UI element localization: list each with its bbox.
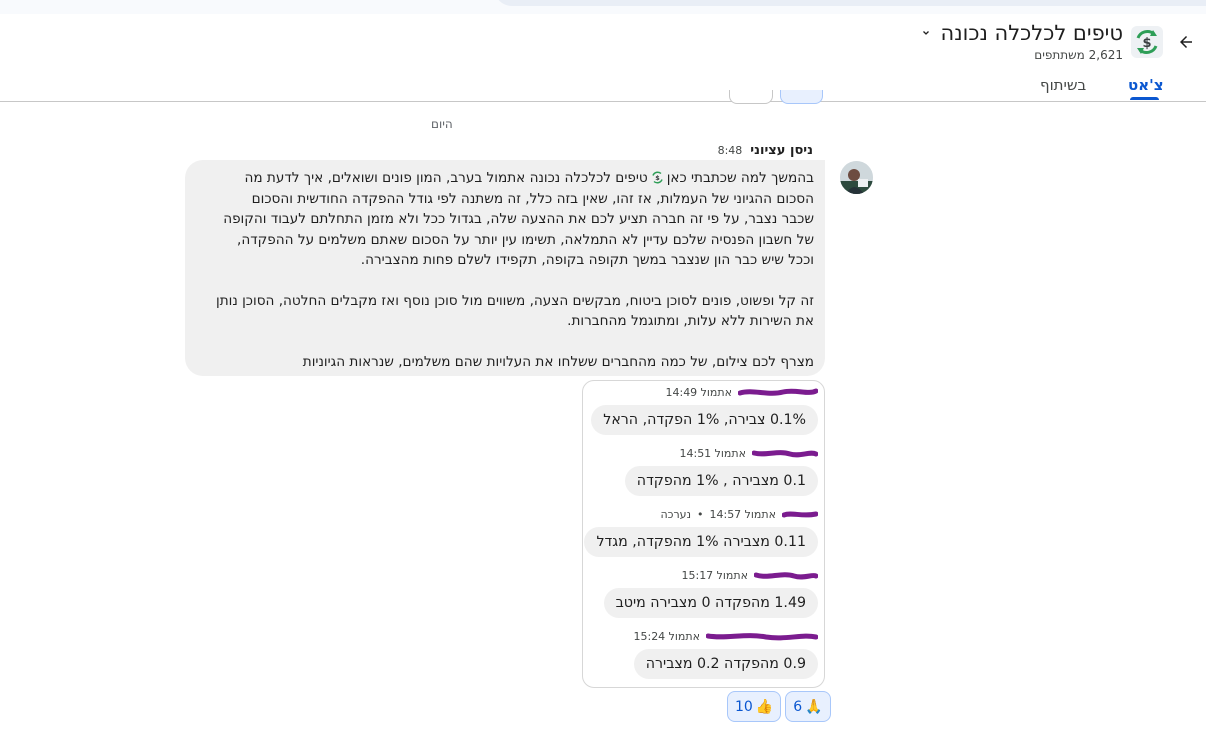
day-separator: היום [431,117,453,131]
dollar-recycle-icon: $ [652,171,663,184]
user-photo [840,161,873,194]
folded-hands-icon: 🙏 [805,698,823,715]
member-count: 2,621 משתתפים [1034,48,1123,62]
svg-text:$: $ [1142,36,1151,51]
message-time: 8:48 [717,144,743,157]
chevron-down-icon [923,31,930,35]
message-line: מצרף לכם צילום, של כמה מהחברים ששלחו את … [302,353,814,370]
top-search-strip [0,0,1206,14]
previous-reaction-chip[interactable] [729,90,773,104]
sender-name[interactable]: ניסן עציוני [750,143,813,158]
message-header: ניסן עציוני 8:48 [718,143,813,158]
reply-text: 0.1% צבירה, 1% הפקדה, הראל [591,405,818,435]
arrow-back-icon [1180,36,1192,48]
reply-time: אתמול 14:51 [679,446,746,460]
avatar[interactable] [840,161,873,194]
reply-time: אתמול 14:57 [709,507,776,521]
dollar-recycle-icon: $ [1136,29,1158,55]
attached-screenshot[interactable]: אתמול 14:49 0.1% צבירה, 1% הפקדה, הראל א… [582,380,825,688]
reaction-thumbs-up[interactable]: 10 👍 [727,691,782,722]
thumbs-up-icon: 👍 [755,698,774,715]
previous-reaction-chip[interactable] [780,90,823,104]
screenshot-reply: אתמול 14:49 0.1% צבירה, 1% הפקדה, הראל [591,384,818,435]
redaction-scribble [754,571,818,579]
message-bubble: בהמשך למה שכתבתי כאן $ טיפים לכלכלה נכונה … [185,160,825,376]
message-line: וככל שיש כבר הון שנצבר במשך תקופה בקופה,… [360,252,814,268]
redaction-scribble [738,388,818,396]
redaction-scribble [706,632,818,640]
reaction-folded-hands[interactable]: 6 🙏 [785,691,831,722]
reply-text: 1.49 מהפקדה 0 מצבירה מיטב [603,588,818,618]
message-line: שכבר נצבר, על פי זה חברה תציע לכם את ההצ… [223,211,814,227]
reply-text: 0.11 מצבירה 1% מהפקדה, מגדל [584,527,818,557]
redaction-scribble [782,511,818,517]
reply-time: אתמול 15:17 [681,568,748,582]
message-line: של חשבון הפנסיה שלכם עדיין לא התמלאה, תש… [237,231,814,248]
tab-chat[interactable]: צ'אט [1128,76,1164,94]
reply-text: 0.9 מהפקדה 0.2 מצבירה [633,649,818,679]
header-divider [0,101,1206,102]
message-line: בהמשך למה שכתבתי כאן $ טיפים לכלכלה נכונה … [244,170,814,186]
screenshot-reply: אתמול 15:24 0.9 מהפקדה 0.2 מצבירה [633,628,818,679]
reply-time: אתמול 14:49 [665,385,732,399]
message-line: זה קל ופשוט, פונים לסוכן ביטוח, מבקשים ה… [216,292,814,309]
screenshot-reply: אתמול 14:57 • נערכה 0.11 מצבירה 1% מהפקד… [584,506,818,557]
space-title: טיפים לכלכלה נכונה [940,21,1123,45]
active-tab-indicator [1130,97,1159,100]
space-title-dropdown[interactable]: טיפים לכלכלה נכונה [920,21,1123,45]
bullet-separator: • [696,507,704,521]
reply-text: 0.1 מצבירה , 1% מהפקדה [624,466,818,496]
edited-label: נערכה [660,507,691,521]
tab-shared[interactable]: בשיתוף [1040,76,1086,94]
screenshot-reply: אתמול 15:17 1.49 מהפקדה 0 מצבירה מיטב [603,567,818,618]
space-mention[interactable]: טיפים לכלכלה נכונה [530,170,648,186]
message-line: הסכום ההגיוני של העמלות, אז זהו, שאין בז… [251,190,814,207]
svg-text:$: $ [655,174,660,182]
screenshot-reply: אתמול 14:51 0.1 מצבירה , 1% מהפקדה [624,445,818,496]
reactions-bar: 10 👍 6 🙏 [727,691,831,722]
reaction-count: 10 [735,698,753,715]
reaction-count: 6 [793,698,803,715]
message-line: את השירות ללא עלות, ומתוגמל מהחברות. [567,313,814,329]
reply-time: אתמול 15:24 [633,629,700,643]
back-button[interactable] [1174,30,1198,54]
search-bar-edge[interactable] [494,0,1206,6]
space-avatar: $ [1131,26,1163,58]
redaction-scribble [752,449,818,457]
